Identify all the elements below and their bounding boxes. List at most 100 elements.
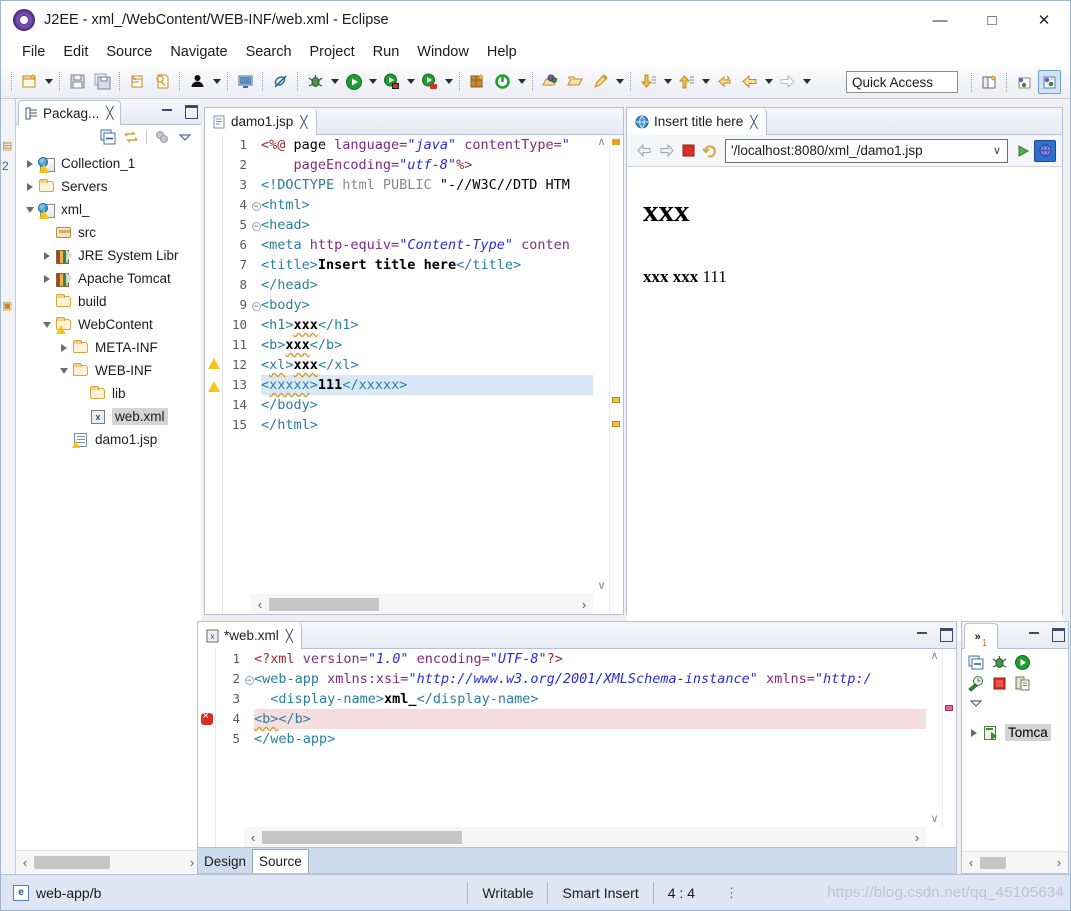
collapse-all-icon[interactable]: [100, 129, 116, 145]
next-annotation-dropdown[interactable]: [661, 70, 674, 94]
run-server-dropdown[interactable]: [404, 70, 417, 94]
xml-vscrollbar[interactable]: ∧ ∨: [927, 649, 942, 827]
stop-icon[interactable]: [677, 140, 699, 162]
save-icon[interactable]: [66, 70, 89, 94]
start-server-icon[interactable]: [1014, 654, 1031, 671]
close-icon[interactable]: ╳: [750, 115, 757, 129]
run-dropdown[interactable]: [366, 70, 379, 94]
scroll-right-icon[interactable]: ›: [908, 830, 926, 845]
scroll-right-icon[interactable]: ›: [575, 597, 593, 612]
refresh-icon[interactable]: [699, 140, 721, 162]
tab-package-explorer[interactable]: Packag... ╳: [18, 100, 121, 125]
code-line[interactable]: <body>: [261, 295, 593, 315]
maximize-view-button[interactable]: [1050, 626, 1065, 642]
quick-access-input[interactable]: Quick Access: [846, 71, 958, 93]
tab-browser[interactable]: Insert title here ╳: [627, 108, 767, 135]
scroll-left-icon[interactable]: ‹: [16, 855, 34, 870]
console-icon[interactable]: [234, 70, 257, 94]
fold-toggle-icon[interactable]: −: [251, 215, 261, 235]
scroll-thumb[interactable]: [262, 830, 462, 844]
error-marker-icon[interactable]: [198, 710, 215, 733]
code-line[interactable]: <xl>xxx</xl>: [261, 355, 593, 375]
go-play-icon[interactable]: [1012, 140, 1034, 162]
warning-marker-icon[interactable]: [205, 358, 222, 378]
code-line[interactable]: </head>: [261, 275, 593, 295]
status-overflow-icon[interactable]: ⋮: [725, 885, 740, 901]
xml-overview-ruler[interactable]: [942, 649, 956, 827]
perspective-active-icon[interactable]: [1038, 70, 1061, 94]
twisty-expanded-icon[interactable]: [39, 317, 55, 333]
person-icon[interactable]: [186, 70, 209, 94]
code-line[interactable]: <head>: [261, 215, 593, 235]
scroll-right-icon[interactable]: ›: [1050, 855, 1068, 870]
refresh-icon[interactable]: [491, 70, 514, 94]
link-with-editor-icon[interactable]: [123, 129, 139, 145]
tree-item-webcontent[interactable]: WebContent: [16, 313, 201, 336]
scroll-thumb[interactable]: [980, 856, 1006, 869]
scroll-down-icon[interactable]: ∨: [594, 579, 609, 592]
xml-annotation-gutter[interactable]: [198, 649, 216, 873]
menu-search[interactable]: Search: [237, 42, 301, 62]
minimize-view-button[interactable]: [915, 626, 929, 640]
minimize-button[interactable]: —: [914, 1, 966, 39]
previous-annotation-icon[interactable]: [675, 70, 698, 94]
xml-hscrollbar[interactable]: ‹ ›: [244, 827, 926, 847]
tab-servers-overflow[interactable]: » 1: [964, 623, 998, 649]
tree-item-jre-system-libr[interactable]: JRE System Libr: [16, 244, 201, 267]
code-line[interactable]: <%@ page language="java" contentType=": [261, 135, 593, 155]
tree-item-src[interactable]: src: [16, 221, 201, 244]
tab-design[interactable]: Design: [198, 849, 252, 873]
view-menu-icon[interactable]: [968, 698, 984, 710]
code-line[interactable]: <meta http-equiv="Content-Type" conten: [261, 235, 593, 255]
code-line[interactable]: <b>xxx</b>: [261, 335, 593, 355]
tree-item-servers[interactable]: Servers: [16, 175, 201, 198]
close-icon[interactable]: ╳: [286, 629, 293, 643]
menu-project[interactable]: Project: [301, 42, 364, 62]
scroll-up-icon[interactable]: ∧: [927, 649, 942, 662]
refresh-dropdown[interactable]: [515, 70, 528, 94]
warning-marker-icon[interactable]: [205, 381, 222, 401]
tab-damo1-jsp[interactable]: damo1.jsp ╳: [205, 108, 317, 135]
tree-item-build[interactable]: build: [16, 290, 201, 313]
scroll-down-icon[interactable]: ∨: [927, 812, 942, 825]
code-line[interactable]: <b></b>: [254, 709, 926, 729]
maximize-button[interactable]: □: [966, 1, 1018, 39]
menu-window[interactable]: Window: [408, 42, 478, 62]
tree-item-web-xml[interactable]: x web.xml: [16, 405, 201, 428]
search-dropdown[interactable]: [613, 70, 626, 94]
server-item-tomcat[interactable]: Tomca: [962, 721, 1068, 744]
package-explorer-hscrollbar[interactable]: ‹ ›: [16, 850, 201, 874]
publish-icon[interactable]: [1014, 675, 1031, 692]
code-line[interactable]: <title>Insert title here</title>: [261, 255, 593, 275]
menu-navigate[interactable]: Navigate: [161, 42, 236, 62]
open-external-browser-icon[interactable]: [1034, 139, 1056, 162]
new-wizard-dropdown[interactable]: [42, 70, 55, 94]
forward-dropdown[interactable]: [800, 70, 813, 94]
back-arrow-icon[interactable]: [633, 140, 655, 162]
console-icon[interactable]: [968, 654, 985, 671]
tab-web-xml[interactable]: x *web.xml ╳: [198, 622, 302, 649]
overview-marker-warning[interactable]: [612, 139, 620, 145]
jsp-folding-gutter[interactable]: − − −: [251, 135, 261, 614]
scroll-up-icon[interactable]: ∧: [594, 135, 609, 148]
debug-icon[interactable]: [304, 70, 327, 94]
focus-icon[interactable]: [154, 129, 170, 145]
twisty-collapsed-icon[interactable]: [39, 248, 55, 264]
jsp-vscrollbar[interactable]: ∧ ∨: [594, 135, 609, 614]
tree-item-damo1-jsp[interactable]: damo1.jsp: [16, 428, 201, 451]
previous-annotation-dropdown[interactable]: [699, 70, 712, 94]
jsp-annotation-gutter[interactable]: [205, 135, 223, 614]
person-dropdown[interactable]: [210, 70, 223, 94]
forward-icon[interactable]: [776, 70, 799, 94]
scroll-left-icon[interactable]: ‹: [962, 855, 980, 870]
scroll-left-icon[interactable]: ‹: [251, 597, 269, 612]
minimize-view-button[interactable]: [1027, 626, 1041, 640]
perspective-java-ee-icon[interactable]: [1013, 70, 1036, 94]
run-icon[interactable]: [342, 70, 365, 94]
minimized-view-icon[interactable]: ▣: [2, 299, 12, 312]
fold-toggle-icon[interactable]: −: [251, 295, 261, 315]
fold-toggle-icon[interactable]: −: [251, 195, 261, 215]
skip-breakpoints-icon[interactable]: [269, 70, 292, 94]
tree-item-lib[interactable]: lib: [16, 382, 201, 405]
tree-item-web-inf[interactable]: WEB-INF: [16, 359, 201, 382]
